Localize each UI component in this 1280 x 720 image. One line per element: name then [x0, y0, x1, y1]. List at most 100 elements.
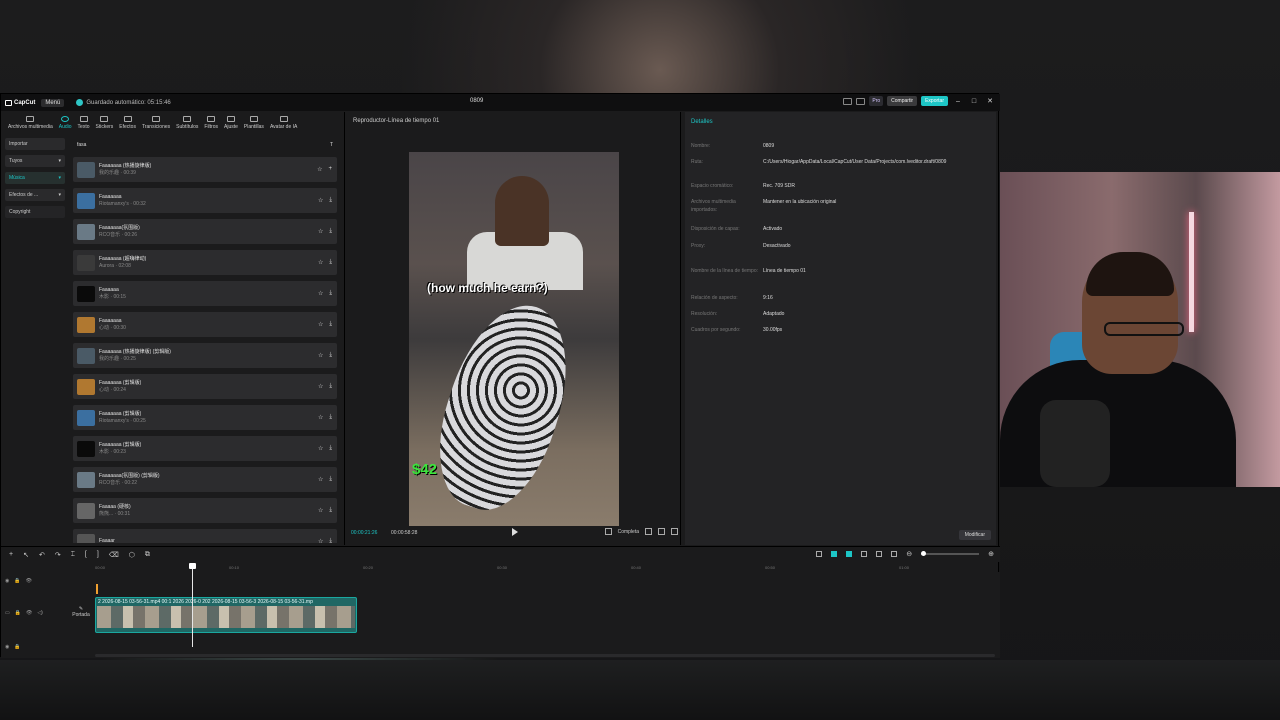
download-icon[interactable]: ⤓: [329, 259, 332, 266]
download-icon[interactable]: ⤓: [329, 352, 332, 359]
tool-tab-8[interactable]: Ajuste: [221, 112, 241, 133]
favorite-icon[interactable]: ☆: [318, 507, 323, 514]
audio-list-item[interactable]: Faaaaaaa (剪辑版) 心动 · 00:24 ☆ ⤓: [73, 374, 337, 399]
microphone-icon[interactable]: [816, 551, 823, 557]
favorite-icon[interactable]: ☆: [318, 538, 323, 543]
audio-list-item[interactable]: Faaaar ☆ ⤓: [73, 529, 337, 543]
download-icon[interactable]: ⤓: [329, 321, 332, 328]
timeline-ruler[interactable]: 00:00 00:10 00:20 00:30 00:40 00:50 01:00: [95, 564, 995, 572]
close-icon[interactable]: ✕: [984, 97, 996, 105]
tool-tab-4[interactable]: Efectos: [116, 112, 139, 133]
freeze-icon[interactable]: ⧉: [145, 551, 150, 559]
download-icon[interactable]: ⤓: [329, 228, 332, 235]
audio-list-item[interactable]: Faaaaaa 木影 · 00:15 ☆ ⤓: [73, 281, 337, 306]
video-preview[interactable]: (how much he earn?) $42: [409, 152, 619, 526]
undo-icon[interactable]: ↶: [39, 551, 45, 559]
track-lock-icon[interactable]: 🔒: [14, 578, 20, 584]
download-icon[interactable]: ⤓: [329, 476, 332, 483]
sidenav-item-3[interactable]: Efectos de ... ▾: [5, 189, 65, 201]
track-video-icon[interactable]: ▭: [5, 610, 10, 616]
split-icon[interactable]: ⌶: [71, 551, 75, 559]
favorite-icon[interactable]: ☆: [318, 197, 323, 204]
favorite-icon[interactable]: ☆: [318, 476, 323, 483]
track-audio-icon[interactable]: ◁): [37, 610, 43, 616]
magnet-icon[interactable]: [846, 551, 853, 557]
sidenav-item-1[interactable]: Tuyos ▾: [5, 155, 65, 167]
download-icon[interactable]: ⤓: [329, 290, 332, 297]
favorite-icon[interactable]: ☆: [318, 352, 323, 359]
download-icon[interactable]: ⤓: [329, 507, 332, 514]
sidenav-item-0[interactable]: Importar: [5, 138, 65, 150]
crop-icon[interactable]: [604, 528, 612, 535]
favorite-icon[interactable]: ☆: [317, 166, 322, 173]
video-clip[interactable]: 2 2026-08-15 03-56-31.mp4 00:1 2026 2026…: [95, 597, 357, 633]
split-right-icon[interactable]: ]: [97, 551, 99, 558]
link-icon[interactable]: [831, 551, 838, 557]
screenshot-icon[interactable]: [645, 528, 652, 535]
playhead[interactable]: [192, 565, 193, 647]
fit-icon[interactable]: [891, 551, 898, 557]
add-icon[interactable]: +: [328, 166, 332, 173]
tool-tab-10[interactable]: Avatar de IA: [267, 112, 300, 133]
favorite-icon[interactable]: ☆: [318, 414, 323, 421]
track-visibility-icon[interactable]: 👁: [26, 578, 32, 584]
track-lock-icon[interactable]: 🔒: [14, 644, 20, 650]
favorite-icon[interactable]: ☆: [318, 445, 323, 452]
audio-list-item[interactable]: Faaaaaaa (超嗨律动) Aurora · 02:08 ☆ ⤓: [73, 250, 337, 275]
audio-list-item[interactable]: Faaaaa (硬核) 熊熊... · 00:31 ☆ ⤓: [73, 498, 337, 523]
audio-list-item[interactable]: Faaaaaaa (热播旋律版) 我的乐趣 · 00:39 ☆ +: [73, 157, 337, 182]
audio-list-item[interactable]: Faaaaaaa (热播旋律版) (剪辑版) 我的乐趣 · 00:25 ☆ ⤓: [73, 343, 337, 368]
share-button[interactable]: Compartir: [887, 96, 918, 106]
cover-button[interactable]: ✎ Portada: [70, 606, 92, 626]
layout-icon[interactable]: [843, 97, 853, 105]
download-icon[interactable]: ⤓: [329, 383, 332, 390]
audio-list-item[interactable]: Faaaaaaa (剪辑版) Riotamanxy's · 00:25 ☆ ⤓: [73, 405, 337, 430]
tool-tab-6[interactable]: Subtítulos: [173, 112, 201, 133]
tool-tab-9[interactable]: Plantillas: [241, 112, 267, 133]
modify-button[interactable]: Modificar: [958, 530, 991, 540]
tool-tab-3[interactable]: Stickers: [93, 112, 117, 133]
sidenav-item-4[interactable]: Copyright: [5, 206, 65, 218]
timeline-scrollbar[interactable]: [95, 654, 995, 657]
caption-icon[interactable]: [876, 551, 883, 557]
track-visibility-icon[interactable]: 👁: [26, 610, 32, 616]
zoom-knob[interactable]: [921, 551, 927, 556]
track-lock-icon[interactable]: 🔒: [15, 610, 21, 616]
text-filter-icon[interactable]: T: [330, 142, 333, 148]
favorite-icon[interactable]: ☆: [318, 259, 323, 266]
zoom-slider[interactable]: [921, 551, 980, 556]
tool-tab-5[interactable]: Transiciones: [139, 112, 173, 133]
audio-search-bar[interactable]: fasa T: [73, 140, 337, 150]
favorite-icon[interactable]: ☆: [318, 290, 323, 297]
favorite-icon[interactable]: ☆: [318, 383, 323, 390]
search-query[interactable]: fasa: [77, 142, 86, 148]
audio-list-item[interactable]: Faaaaaaa(氛围版) (剪辑版) RCO音乐 · 00:22 ☆ ⤓: [73, 467, 337, 492]
download-icon[interactable]: ⤓: [329, 445, 332, 452]
zoom-out-icon[interactable]: ⊖: [906, 550, 912, 558]
split-left-icon[interactable]: [: [85, 551, 87, 558]
fullscreen-icon[interactable]: [671, 528, 678, 535]
playhead-handle[interactable]: [189, 563, 196, 569]
audio-list-item[interactable]: Faaaaaaa Riotamanxy's · 00:32 ☆ ⤓: [73, 188, 337, 213]
pro-button[interactable]: Pro: [869, 96, 884, 106]
add-track-icon[interactable]: +: [9, 551, 13, 558]
maximize-icon[interactable]: □: [968, 98, 980, 105]
marker-icon[interactable]: ⬡: [129, 551, 135, 559]
download-icon[interactable]: ⤓: [329, 538, 332, 543]
shortcut-icon[interactable]: [856, 97, 866, 105]
play-icon[interactable]: [512, 528, 518, 536]
audio-list-item[interactable]: Faaaaaaa (剪辑版) 木影 · 00:23 ☆ ⤓: [73, 436, 337, 461]
tool-tab-2[interactable]: Texto: [75, 112, 93, 133]
export-button[interactable]: Exportar: [921, 96, 948, 106]
tool-tab-0[interactable]: Archivos multimedia: [5, 112, 56, 133]
quality-icon[interactable]: [658, 528, 665, 535]
minimize-icon[interactable]: –: [952, 98, 964, 105]
sidenav-item-2[interactable]: Música ▾: [5, 172, 65, 184]
select-icon[interactable]: ↖: [23, 551, 29, 559]
audio-list-item[interactable]: Faaaaaaa(氛围版) RCO音乐 · 00:26 ☆ ⤓: [73, 219, 337, 244]
redo-icon[interactable]: ↷: [55, 551, 61, 559]
tool-tab-7[interactable]: Filtros: [201, 112, 221, 133]
zoom-in-icon[interactable]: ⊕: [988, 550, 994, 558]
track-eye-icon[interactable]: ◉: [5, 578, 9, 584]
tool-tab-1[interactable]: Audio: [56, 112, 75, 133]
